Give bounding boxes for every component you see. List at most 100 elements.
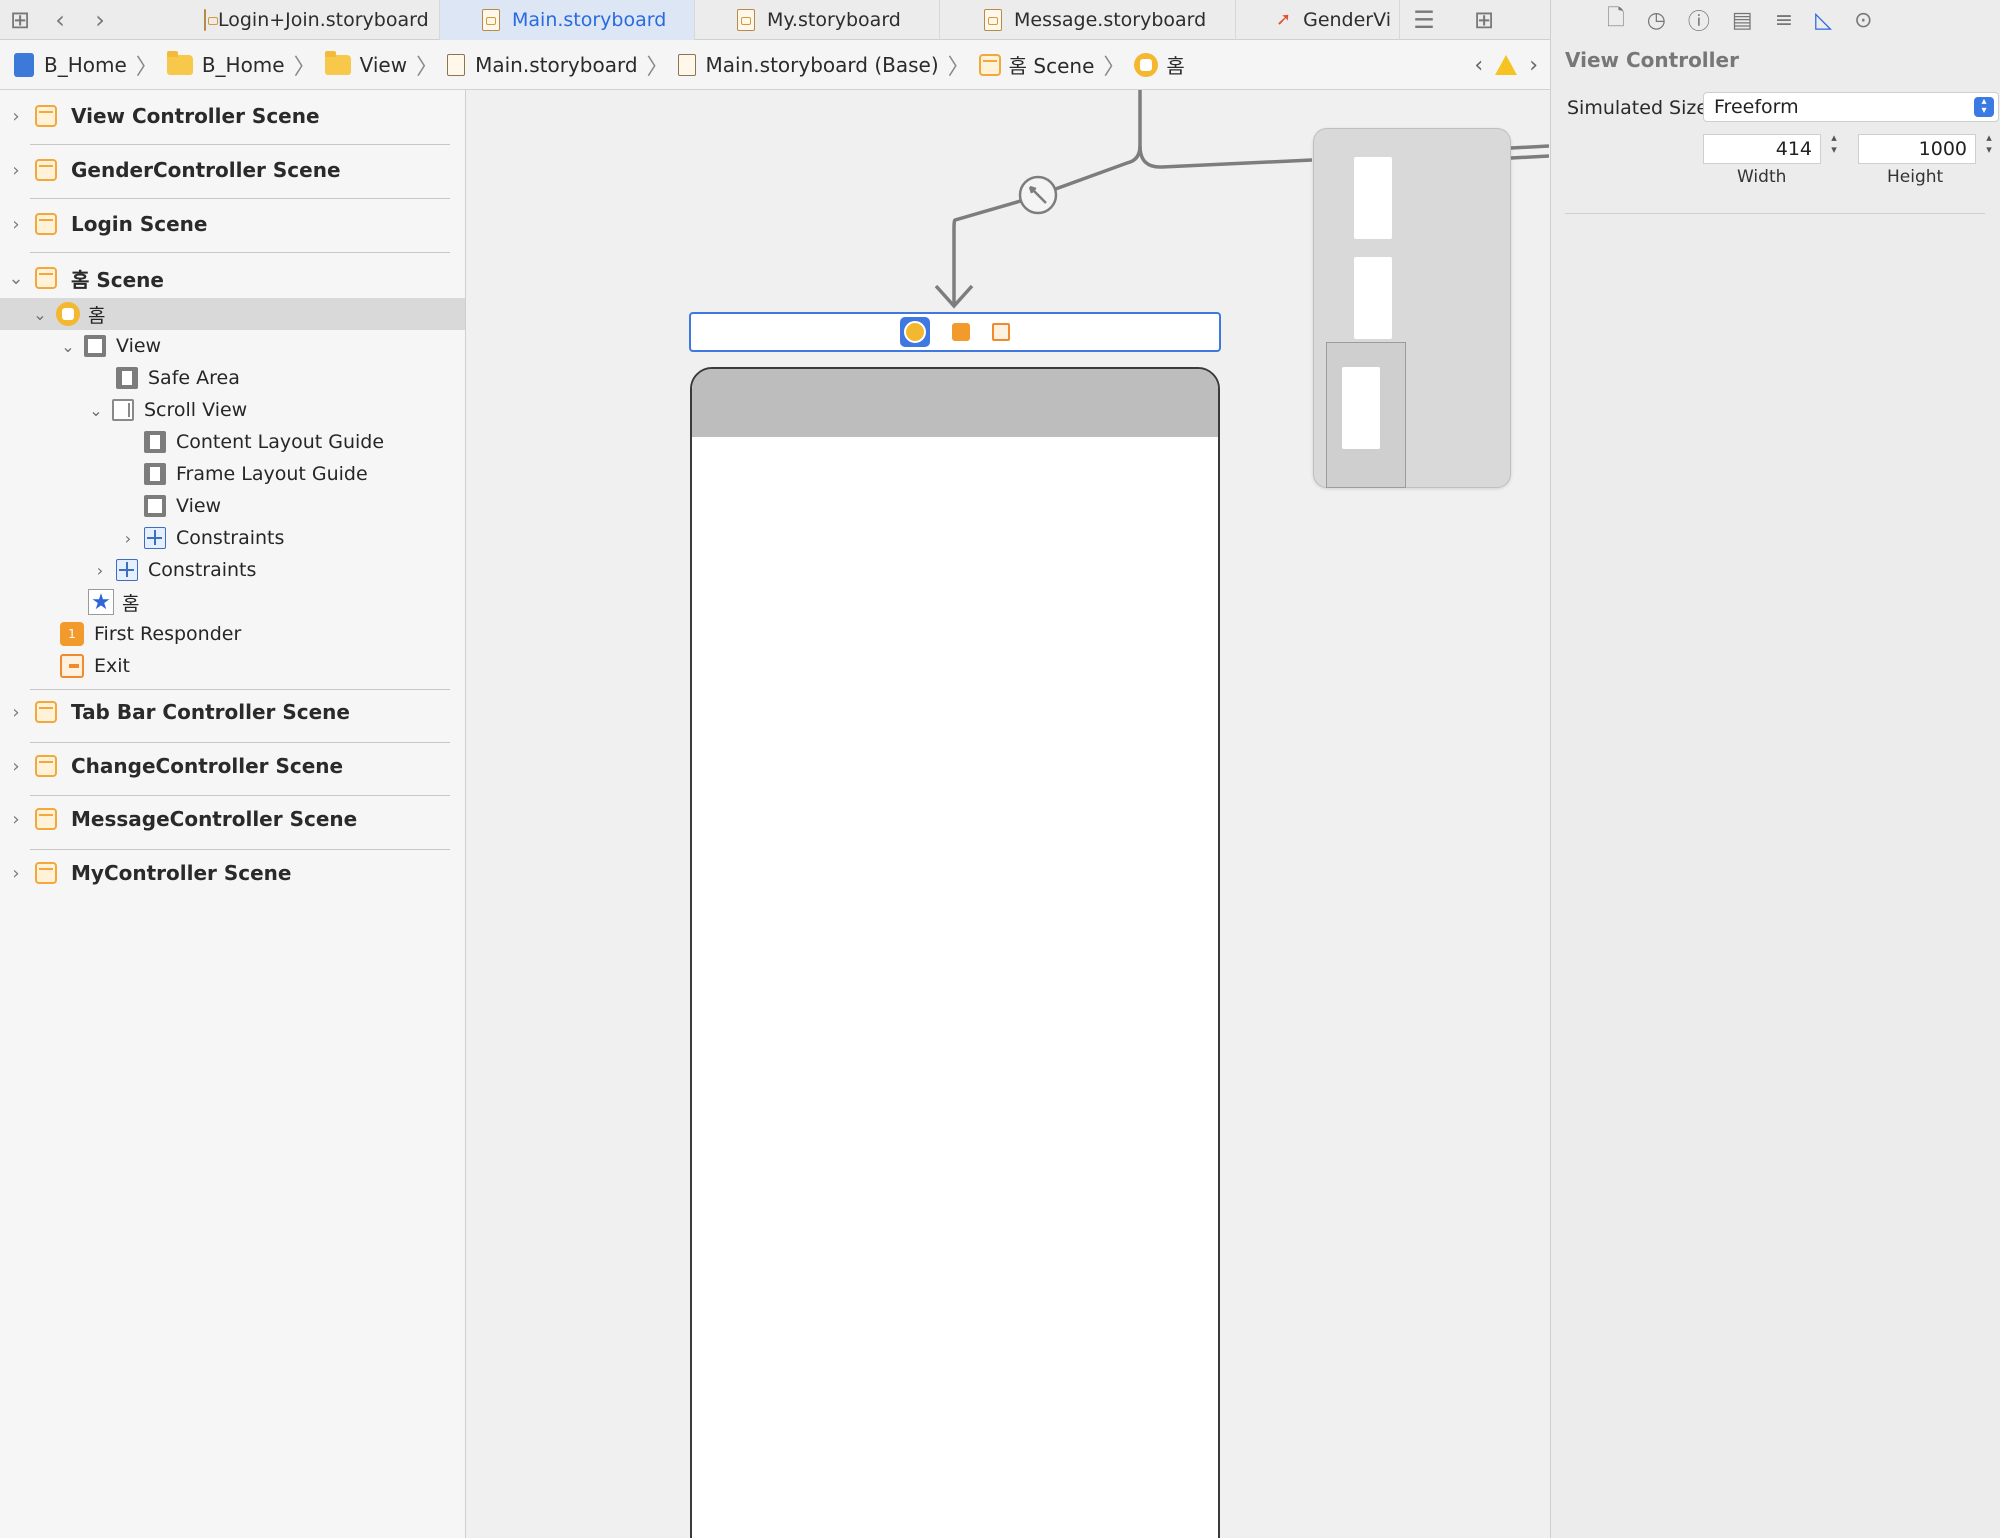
constraints-icon [144,527,166,549]
height-field[interactable]: 1000 [1858,134,1976,164]
first-responder-icon[interactable] [952,323,970,341]
previous-issue-icon[interactable]: ‹ [1474,53,1483,78]
crumb-scene[interactable]: 홈 Scene 〉 [978,49,1135,81]
tree-node-inner-view[interactable]: View [118,490,221,522]
crumb-view-folder[interactable]: View 〉 [324,49,447,81]
scene-content-view[interactable] [692,437,1218,1538]
segue-line-right [1138,90,1313,169]
identity-inspector-icon[interactable]: ▤ [1732,8,1753,33]
next-issue-icon[interactable]: › [1529,53,1538,78]
attributes-inspector-icon[interactable]: ≡ [1775,8,1793,33]
segue-line-offscreen [1510,144,1549,160]
connections-inspector-icon[interactable]: ⊙ [1854,8,1872,33]
grid-icon[interactable]: ⊞ [0,0,40,40]
scene-icon [35,701,57,723]
exit-icon[interactable] [992,323,1010,341]
scene-row-expanded[interactable]: ⌄ 홈 Scene [0,252,450,304]
tree-node-scroll-view[interactable]: ⌄ Scroll View [86,394,247,426]
tree-node-safe-area[interactable]: Safe Area [90,362,240,394]
chevron-down-icon[interactable]: ⌄ [58,337,78,356]
tree-node-exit[interactable]: Exit [34,650,130,682]
scene-label: GenderController Scene [71,158,341,182]
scene-row[interactable]: › MyController Scene [0,847,450,899]
chevron-right-icon[interactable]: › [5,756,27,777]
tab-main[interactable]: Main.storyboard [440,0,695,40]
tree-node-frame-layout-guide[interactable]: Frame Layout Guide [118,458,368,490]
editor-options-icon[interactable]: ☰ [1404,0,1444,40]
back-chevron-icon[interactable]: ‹ [40,0,80,40]
scene-dock[interactable] [689,312,1221,352]
scene-row[interactable]: › Tab Bar Controller Scene [0,686,450,738]
chevron-down-icon[interactable]: ⌄ [86,401,106,420]
width-field[interactable]: 414 [1703,134,1821,164]
tree-node-view[interactable]: ⌄ View [58,330,161,362]
crumb-label: 홈 [1166,54,1185,78]
chevron-right-icon[interactable]: › [118,529,138,548]
scene-row[interactable]: › View Controller Scene [0,90,450,142]
scene-row[interactable]: › MessageController Scene [0,793,450,845]
chevron-down-icon[interactable]: ⌄ [30,305,50,324]
crumb-controller[interactable]: 홈 [1134,50,1185,79]
constraints-icon [116,559,138,581]
width-stepper[interactable]: ▴ ▾ [1826,132,1842,164]
file-inspector-icon[interactable]: 🗋 [1607,1,1625,39]
tree-node-tab-item[interactable]: ★ 홈 [62,586,139,618]
tree-node-content-layout-guide[interactable]: Content Layout Guide [118,426,384,458]
history-icon[interactable]: ◷ [1647,8,1666,33]
chevron-right-icon[interactable]: › [90,561,110,580]
add-editor-icon[interactable]: ⊞ [1464,0,1504,40]
chevron-right-icon: 〉 [293,54,316,80]
node-label: Content Layout Guide [176,431,385,453]
help-icon[interactable]: ⓘ [1688,4,1710,36]
crumb-storyboard-base[interactable]: Main.storyboard (Base) 〉 [677,49,979,81]
tab-my[interactable]: My.storyboard [695,0,940,40]
tab-label: GenderVi [1303,8,1391,31]
tab-login-join[interactable]: Login+Join.storyboard [164,0,440,40]
chevron-right-icon[interactable]: › [5,863,27,884]
tree-node-outer-constraints[interactable]: › Constraints [90,554,256,586]
scene-device-frame[interactable] [690,367,1220,1538]
view-controller-icon[interactable] [900,317,930,347]
crumb-storyboard[interactable]: Main.storyboard 〉 [447,49,677,81]
scene-label: View Controller Scene [71,104,320,128]
chevron-down-icon[interactable]: ⌄ [5,268,27,289]
tree-node-controller[interactable]: ⌄ 홈 [30,298,105,330]
storyboard-file-icon [204,8,218,31]
tab-message[interactable]: Message.storyboard [940,0,1236,40]
scene-row[interactable]: › Login Scene [0,198,450,250]
crumb-project[interactable]: B_Home 〉 [14,49,167,81]
storyboard-file-icon [737,8,755,31]
height-stepper[interactable]: ▴ ▾ [1981,132,1997,164]
scene-label: Tab Bar Controller Scene [71,700,350,724]
segue-relationship-icon[interactable] [1016,173,1060,217]
size-inspector-icon[interactable]: ◺ [1815,8,1832,33]
scene-label: MessageController Scene [71,807,358,831]
warning-icon[interactable] [1495,55,1518,75]
scene-icon [35,862,57,884]
tab-gender-view[interactable]: ➚ GenderVi [1236,0,1400,40]
inspector-toolbar: 🗋 ◷ ⓘ ▤ ≡ ◺ ⊙ [1551,0,2000,40]
tab-bar-controller-scene-thumbnail[interactable] [1313,128,1511,488]
view-controller-icon [56,302,80,326]
scene-row[interactable]: › ChangeController Scene [0,740,450,792]
tree-node-inner-constraints[interactable]: › Constraints [118,522,284,554]
simulated-size-select[interactable]: Freeform ▴ ▾ [1703,92,1999,122]
chevron-right-icon[interactable]: › [5,702,27,723]
chevron-right-icon[interactable]: › [5,160,27,181]
chevron-right-icon: 〉 [1103,54,1126,80]
chevron-right-icon: 〉 [135,54,158,80]
tree-node-first-responder[interactable]: 1 First Responder [34,618,241,650]
crumb-folder[interactable]: B_Home 〉 [166,49,325,81]
scene-row[interactable]: › GenderController Scene [0,144,450,196]
chevron-right-icon[interactable]: › [5,214,27,235]
thumbnail-screen [1354,157,1392,239]
chevron-right-icon[interactable]: › [5,106,27,127]
view-controller-icon [1134,52,1159,77]
node-label: View [116,335,162,357]
forward-chevron-icon[interactable]: › [80,0,120,40]
scene-icon [35,213,57,235]
tab-label: Message.storyboard [1014,8,1207,31]
node-label: View [176,495,222,517]
storyboard-canvas[interactable] [467,90,1549,1538]
chevron-right-icon[interactable]: › [5,809,27,830]
